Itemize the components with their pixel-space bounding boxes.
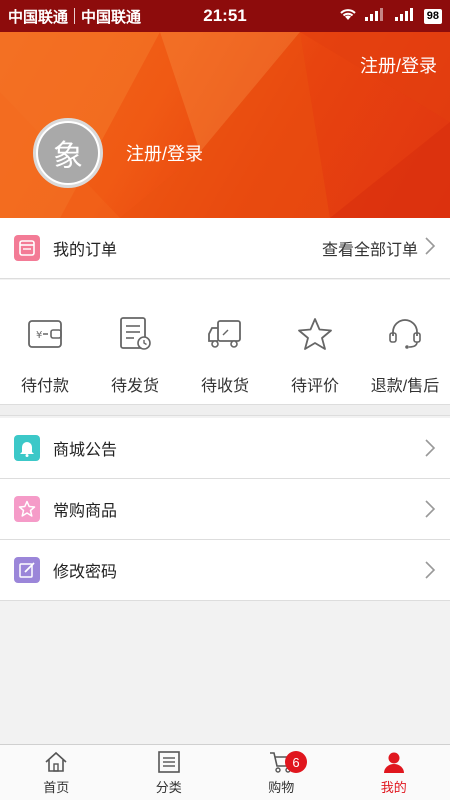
wifi-icon [338,6,358,26]
nav-label: 分类 [155,780,182,795]
menu-item-frequent-products[interactable]: 常购商品 [0,479,450,540]
status-pending-payment[interactable]: ¥ 待付款 [0,280,90,404]
headset-icon [385,314,425,354]
truck-icon [205,314,245,354]
menu-item-change-password[interactable]: 修改密码 [0,540,450,601]
battery-icon: 98 [423,8,442,24]
profile-login-link[interactable]: 注册/登录 [126,140,203,166]
carrier-info: 中国联通 中国联通 [8,6,141,27]
status-label: 待评价 [290,378,339,395]
svg-text:¥: ¥ [36,330,42,341]
bell-icon [14,435,40,461]
signal-icon-2 [394,7,418,25]
status-pending-shipment[interactable]: 待发货 [90,280,180,404]
nav-cart[interactable]: 购物 6 [225,745,338,800]
avatar-logo: 象 [38,123,98,183]
nav-label: 首页 [43,780,70,795]
menu-label: 修改密码 [53,564,118,581]
view-all-orders-label: 查看全部订单 [321,242,418,259]
chevron-right-icon [424,499,436,519]
order-list-icon [14,235,40,261]
status-bar: 中国联通 中国联通 21:51 98 [0,0,450,32]
status-label: 待发货 [110,378,159,395]
edit-icon [14,557,40,583]
nav-home[interactable]: 首页 [0,745,113,800]
chevron-right-icon [424,236,436,261]
my-orders-row[interactable]: 我的订单 查看全部订单 [0,218,450,279]
status-icons: 98 [338,6,442,26]
menu-label: 商城公告 [53,442,118,459]
wallet-icon: ¥ [25,314,65,354]
chevron-right-icon [424,560,436,580]
carrier-1: 中国联通 [8,8,69,26]
status-label: 待付款 [20,378,69,395]
status-pending-review[interactable]: 待评价 [270,280,360,404]
status-refund-aftersale[interactable]: 退款/售后 [360,280,450,404]
star-icon [14,496,40,522]
nav-mine[interactable]: 我的 [338,745,450,800]
signal-icon [364,7,388,25]
status-pending-receipt[interactable]: 待收货 [180,280,270,404]
nav-label: 购物 [268,780,295,795]
user-icon [381,749,407,775]
home-icon [43,749,69,775]
view-all-orders-link[interactable]: 查看全部订单 [322,236,436,261]
avatar[interactable]: 象 [33,118,103,188]
star-icon [295,314,335,354]
my-orders-title: 我的订单 [53,242,118,259]
nav-label: 我的 [380,780,407,795]
section-divider [0,404,450,416]
cart-badge: 6 [285,751,307,773]
order-status-row: ¥ 待付款 待发货 待收货 待评价 退款/售后 [0,280,450,404]
header-login-link[interactable]: 注册/登录 [360,52,437,78]
status-label: 退款/售后 [370,378,440,395]
list-icon [156,749,182,775]
nav-category[interactable]: 分类 [113,745,226,800]
carrier-separator [74,8,76,24]
chevron-right-icon [424,438,436,458]
document-clock-icon [115,314,155,354]
status-label: 待收货 [200,378,249,395]
menu-item-announcements[interactable]: 商城公告 [0,418,450,479]
carrier-2: 中国联通 [81,8,142,26]
profile-header: 注册/登录 象 注册/登录 [0,32,450,218]
menu-label: 常购商品 [53,503,118,520]
bottom-nav: 首页 分类 购物 6 我的 [0,744,450,800]
